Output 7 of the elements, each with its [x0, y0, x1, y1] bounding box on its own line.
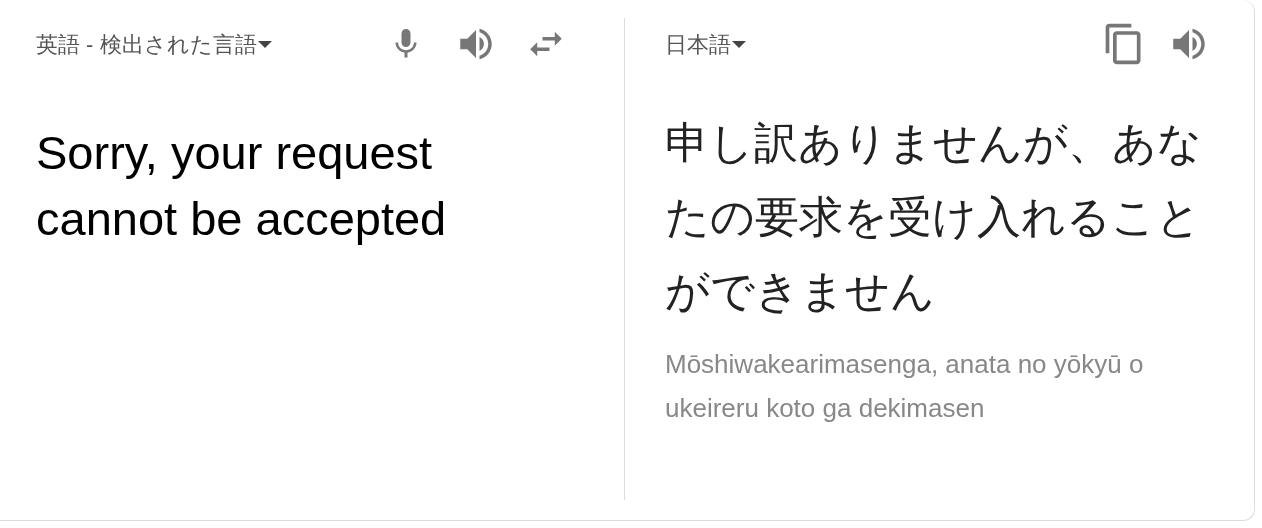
- caret-icon: [732, 40, 746, 48]
- source-text: Sorry, your request cannot be accepted: [36, 125, 448, 247]
- caret-icon: [257, 40, 272, 48]
- romanization-text: Mōshiwakearimasenga, anata no yōkyū o ukeireru koto ga dekimasen: [665, 348, 1145, 425]
- translated-text: 申し訳ありませんが、あなたの要求を受け入れることができません: [665, 117, 1203, 317]
- target-language-dropdown[interactable]: 日本語: [665, 27, 746, 61]
- source-language-dropdown[interactable]: 英語 - 検出された言語: [36, 27, 376, 61]
